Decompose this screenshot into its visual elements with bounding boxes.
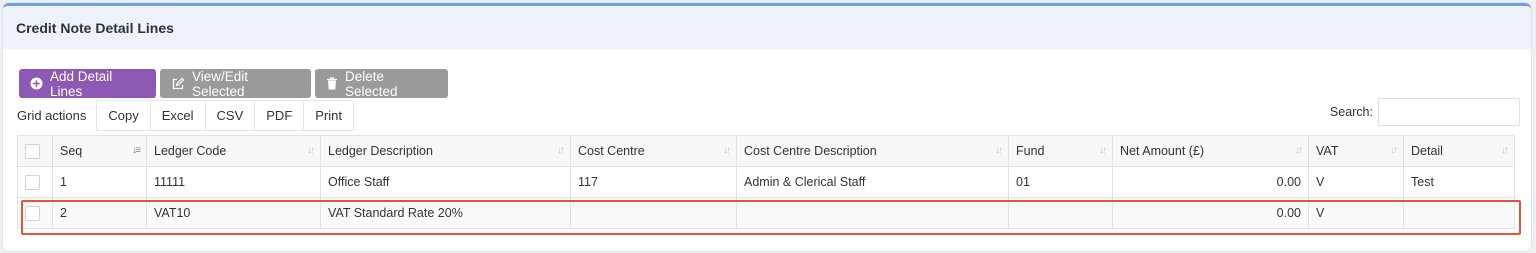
- seq-cell: 2: [52, 197, 147, 229]
- cost-centre-description-cell: [736, 197, 1009, 229]
- ledger-code-cell: 11111: [146, 166, 321, 198]
- excel-button[interactable]: Excel: [149, 100, 206, 131]
- detail-cell: [1403, 197, 1515, 229]
- table-row[interactable]: 2 VAT10 VAT Standard Rate 20% 0.00 V: [17, 197, 1515, 229]
- sort-icon: ↓↑: [1390, 145, 1398, 156]
- row-select-cell[interactable]: [17, 197, 53, 229]
- ledger-description-cell: VAT Standard Rate 20%: [320, 197, 571, 229]
- row-checkbox[interactable]: [25, 174, 40, 190]
- sort-icon: ↓↑: [1295, 145, 1303, 156]
- delete-selected-label: Delete Selected: [345, 68, 398, 99]
- column-header-cost-centre[interactable]: Cost Centre ↓↑: [570, 135, 737, 167]
- sort-icon: ↓↑: [1501, 145, 1509, 156]
- pdf-button[interactable]: PDF: [254, 100, 305, 131]
- sort-icon: ↓↑: [307, 145, 315, 156]
- csv-button[interactable]: CSV: [204, 100, 256, 131]
- grid-actions: Grid actions Copy Excel CSV PDF Print: [17, 100, 354, 131]
- delete-selected-button[interactable]: Delete Selected: [315, 68, 448, 99]
- ledger-code-cell: VAT10: [146, 197, 321, 229]
- sort-icon: ↓↑: [557, 145, 565, 156]
- cost-centre-cell: [570, 197, 737, 229]
- toolbar: Add Detail Lines View/Edit Selected Dele…: [19, 68, 448, 99]
- select-all-cell[interactable]: [17, 135, 53, 167]
- table-header-row: Seq ↓≡ Ledger Code ↓↑ Ledger Description ↓↑…: [17, 135, 1515, 167]
- vat-cell: V: [1308, 197, 1404, 229]
- sort-icon: ↓↑: [995, 145, 1003, 156]
- row-checkbox[interactable]: [25, 205, 40, 221]
- print-button[interactable]: Print: [303, 100, 354, 131]
- cost-centre-cell: 117: [570, 166, 737, 198]
- column-header-seq[interactable]: Seq ↓≡: [52, 135, 147, 167]
- fund-cell: [1008, 197, 1113, 229]
- seq-cell: 1: [52, 166, 147, 198]
- column-header-net-amount[interactable]: Net Amount (£) ↓↑: [1112, 135, 1309, 167]
- sort-icon: ↓↑: [1099, 145, 1107, 156]
- edit-icon: [171, 77, 185, 91]
- search-input[interactable]: [1378, 98, 1520, 126]
- search: Search:: [1330, 98, 1520, 126]
- table-row[interactable]: 1 11111 Office Staff 117 Admin & Clerica…: [17, 166, 1515, 198]
- view-edit-selected-label: View/Edit Selected: [192, 68, 249, 99]
- detail-cell: Test: [1403, 166, 1515, 198]
- net-amount-cell: 0.00: [1112, 166, 1309, 198]
- ledger-description-cell: Office Staff: [320, 166, 571, 198]
- column-header-detail[interactable]: Detail ↓↑: [1403, 135, 1515, 167]
- vat-cell: V: [1308, 166, 1404, 198]
- add-detail-lines-label: Add Detail Lines: [50, 68, 113, 99]
- row-select-cell[interactable]: [17, 166, 53, 198]
- cost-centre-description-cell: Admin & Clerical Staff: [736, 166, 1009, 198]
- column-header-ledger-code[interactable]: Ledger Code ↓↑: [146, 135, 321, 167]
- trash-icon: [326, 77, 338, 90]
- sort-asc-icon: ↓≡: [132, 145, 141, 156]
- card-title: Credit Note Detail Lines: [3, 6, 1531, 49]
- grid-actions-label: Grid actions: [17, 108, 87, 123]
- column-header-fund[interactable]: Fund ↓↑: [1008, 135, 1113, 167]
- fund-cell: 01: [1008, 166, 1113, 198]
- column-header-ledger-description[interactable]: Ledger Description ↓↑: [320, 135, 571, 167]
- column-header-cost-centre-description[interactable]: Cost Centre Description ↓↑: [736, 135, 1009, 167]
- net-amount-cell: 0.00: [1112, 197, 1309, 229]
- detail-lines-table: Seq ↓≡ Ledger Code ↓↑ Ledger Description ↓↑…: [17, 135, 1515, 229]
- search-label: Search:: [1329, 105, 1373, 119]
- plus-circle-icon: [30, 77, 43, 90]
- copy-button[interactable]: Copy: [96, 100, 151, 131]
- view-edit-selected-button[interactable]: View/Edit Selected: [160, 68, 311, 99]
- add-detail-lines-button[interactable]: Add Detail Lines: [19, 68, 156, 99]
- column-header-vat[interactable]: VAT ↓↑: [1308, 135, 1404, 167]
- select-all-checkbox[interactable]: [25, 143, 40, 159]
- sort-icon: ↓↑: [723, 145, 731, 156]
